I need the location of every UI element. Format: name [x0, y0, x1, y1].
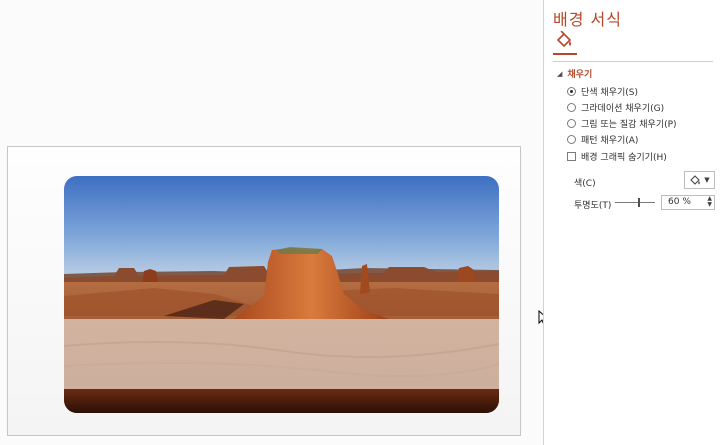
fill-section-header[interactable]: ◢ 채우기 [557, 67, 593, 81]
option-picture-fill[interactable]: 그림 또는 질감 채우기(P) [567, 117, 677, 130]
desert-background-image[interactable] [64, 176, 499, 413]
active-tab-indicator [553, 53, 577, 55]
slide-canvas [0, 0, 548, 445]
pane-title: 배경 서식 [553, 10, 622, 29]
option-label: 패턴 채우기(A) [581, 135, 639, 146]
spin-down-icon[interactable]: ▼ [707, 202, 712, 208]
desert-image-svg [64, 176, 499, 413]
option-hide-background-graphics[interactable]: 배경 그래픽 숨기기(H) [567, 150, 667, 163]
option-gradient-fill[interactable]: 그라데이션 채우기(G) [567, 101, 665, 114]
fill-color-button[interactable]: ▼ [684, 171, 715, 189]
radio-gradient-fill[interactable] [567, 102, 576, 112]
option-label: 배경 그래픽 숨기기(H) [581, 152, 667, 163]
option-label: 그라데이션 채우기(G) [581, 103, 665, 114]
paint-bucket-icon[interactable] [555, 31, 573, 49]
radio-solid-fill[interactable] [567, 86, 576, 96]
transparency-label: 투명도(T) [574, 201, 612, 211]
hide-graphics-checkbox[interactable] [567, 151, 576, 161]
format-background-pane: 배경 서식 ◢ 채우기 단색 채우기(S) 그라데이션 채우기(G) 그림 또는… [543, 0, 720, 445]
option-pattern-fill[interactable]: 패턴 채우기(A) [567, 133, 639, 146]
dropdown-arrow-icon: ▼ [704, 176, 710, 184]
option-label: 단색 채우기(S) [581, 87, 638, 98]
paint-bucket-icon [690, 174, 701, 185]
transparency-slider[interactable] [615, 198, 655, 207]
pane-divider [553, 61, 713, 62]
radio-picture-fill[interactable] [567, 118, 576, 128]
transparency-value: 60 % [668, 197, 691, 207]
slider-thumb[interactable] [638, 198, 640, 207]
transparency-input[interactable]: 60 % ▲ ▼ [661, 195, 715, 210]
slider-track [615, 202, 655, 203]
color-label: 색(C) [574, 179, 596, 189]
collapse-caret-icon[interactable]: ◢ [557, 70, 562, 78]
option-label: 그림 또는 질감 채우기(P) [581, 119, 677, 130]
fill-section-label: 채우기 [567, 70, 593, 80]
option-solid-fill[interactable]: 단색 채우기(S) [567, 85, 638, 98]
transparency-spinner[interactable]: ▲ ▼ [707, 196, 712, 208]
radio-pattern-fill[interactable] [567, 134, 576, 144]
slide[interactable] [7, 146, 521, 436]
